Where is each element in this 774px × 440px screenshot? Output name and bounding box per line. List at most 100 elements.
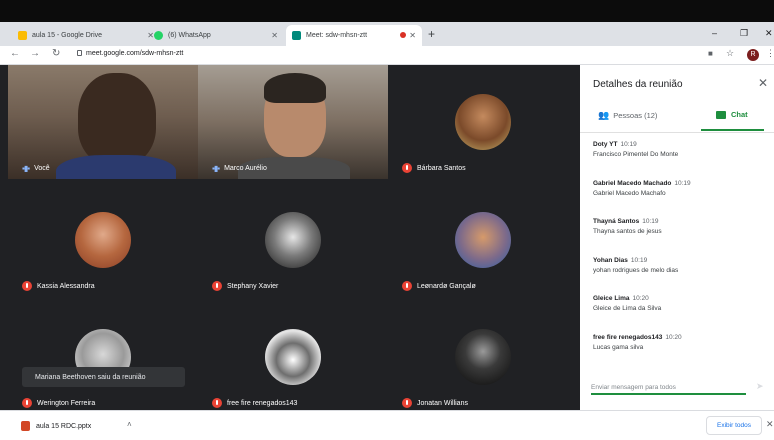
tab-label: aula 15 - Google Drive [32, 32, 103, 39]
speaking-indicator-icon: ▪▮▪ [212, 164, 220, 173]
meeting-details-panel: Detalhes da reunião ✕ 👥 Pessoas (12) Cha… [580, 65, 774, 410]
participant-tile[interactable]: Werington Ferreira [8, 300, 198, 414]
message-sender: Gleice Lima [593, 295, 630, 302]
download-filename: aula 15 RDC.pptx [36, 422, 92, 430]
message-text: Gabriel Macedo Machafo [593, 189, 666, 197]
close-tab-icon[interactable]: ✕ [271, 31, 278, 40]
chat-message: free fire renegados143 10:20 Lucas gama s… [593, 334, 768, 373]
show-all-button[interactable]: Exibir todos [706, 416, 762, 435]
tab-google-drive[interactable]: aula 15 - Google Drive ✕ [12, 25, 160, 46]
participant-tile[interactable]: ▪▮▪ Marco Aurélio [198, 65, 388, 179]
chat-icon [716, 110, 726, 119]
send-icon[interactable]: ➤ [756, 381, 764, 392]
tab-whatsapp[interactable]: (6) WhatsApp ✕ [148, 25, 284, 46]
url-field[interactable]: meet.google.com/sdw-mhsn-ztt [77, 50, 183, 57]
chat-message: Doty YT 10:19 Francisco Pimentel Do Monte [593, 141, 768, 180]
maximize-button[interactable]: ❐ [740, 28, 748, 39]
address-bar: ← → ↻ meet.google.com/sdw-mhsn-ztt ■ ☆ R… [0, 46, 774, 65]
message-text: yohan rodrigues de melo dias [593, 266, 679, 274]
video-grid: ▪▮▪ Você ▪▮▪ Marco Aurélio Bárbara Santo… [0, 65, 580, 414]
mic-off-icon [212, 281, 222, 291]
google-meet-icon [292, 31, 301, 40]
mic-off-icon [22, 281, 32, 291]
mic-off-icon [22, 398, 32, 408]
chevron-up-icon[interactable]: ˄ [127, 420, 132, 429]
message-text: Thayna santos de jesus [593, 228, 662, 235]
message-text: Francisco Pimentel Do Monte [593, 151, 679, 158]
participant-tile[interactable]: Jonatan Willians [388, 300, 578, 414]
browser-tab-bar: aula 15 - Google Drive ✕ (6) WhatsApp ✕ … [0, 22, 774, 46]
download-bar: aula 15 RDC.pptx ˄ Exibir todos ✕ [0, 410, 774, 440]
participant-tile[interactable]: Leønardø Gançalø [388, 183, 578, 297]
participant-avatar [455, 94, 511, 150]
message-time: 10:20 [665, 333, 682, 341]
tab-people[interactable]: 👥 Pessoas (12) [598, 110, 657, 121]
participant-name-label: Stephany Xavier [212, 281, 278, 291]
close-panel-icon[interactable]: ✕ [758, 76, 768, 90]
forward-arrow-icon[interactable]: → [30, 48, 40, 59]
chat-message-input[interactable]: Enviar mensagem para todos [591, 381, 746, 395]
download-item[interactable]: aula 15 RDC.pptx [21, 421, 91, 431]
divider [580, 132, 774, 133]
more-menu-icon[interactable]: ⋮ [766, 48, 774, 59]
chat-message: Yohan Dias 10:19 yohan rodrigues de melo … [593, 257, 768, 296]
close-window-button[interactable]: ✕ [765, 28, 773, 39]
reload-icon[interactable]: ↻ [52, 48, 60, 59]
message-text: Gleice de Lima da Silva [593, 305, 662, 312]
participant-name-label: Leønardø Gançalø [402, 281, 476, 291]
mic-off-icon [402, 398, 412, 408]
active-tab-indicator [701, 129, 764, 131]
participant-tile[interactable]: ▪▮▪ Você [8, 65, 198, 179]
chat-message: Gleice Lima 10:20 Gleice de Lima da Silva [593, 295, 768, 334]
participant-shirt [56, 155, 176, 179]
chat-message: Thayná Santos 10:19 Thayna santos de jesu… [593, 218, 768, 257]
google-drive-icon [18, 31, 27, 40]
participant-hair [264, 73, 326, 103]
close-tab-icon[interactable]: ✕ [409, 31, 416, 40]
message-sender: free fire renegados143 [593, 333, 663, 341]
recording-indicator-icon [400, 32, 406, 38]
participant-avatar [455, 212, 511, 268]
notification-toast: Mariana Beethoven saiu da reunião [22, 367, 185, 387]
participant-name-label: ▪▮▪ Marco Aurélio [212, 164, 267, 173]
tab-label: (6) WhatsApp [168, 32, 211, 39]
tab-chat[interactable]: Chat [716, 110, 748, 119]
chat-message: Gabriel Macedo Machado 10:19 Gabriel Mace… [593, 180, 768, 219]
message-sender: Yohan Dias [593, 256, 628, 264]
message-sender: Doty YT [593, 141, 618, 148]
message-time: 10:19 [674, 179, 691, 187]
profile-avatar[interactable]: R [747, 49, 759, 61]
people-icon: 👥 [598, 110, 610, 120]
powerpoint-file-icon [21, 421, 30, 431]
tab-meet[interactable]: Meet: sdw-mhsn-ztt ✕ [286, 25, 422, 46]
participant-name-label: ▪▮▪ Você [22, 164, 50, 173]
participant-avatar [265, 212, 321, 268]
camera-icon[interactable]: ■ [708, 49, 713, 58]
participant-tile[interactable]: Kassia Alessandra [8, 183, 198, 297]
participant-tile[interactable]: Stephany Xavier [198, 183, 388, 297]
chat-messages: Doty YT 10:19 Francisco Pimentel Do Monte… [593, 141, 768, 372]
message-sender: Thayná Santos [593, 218, 640, 225]
back-arrow-icon[interactable]: ← [10, 48, 20, 59]
new-tab-button[interactable]: + [428, 27, 435, 41]
screen-top-strip [0, 0, 774, 22]
mic-off-icon [212, 398, 222, 408]
mic-off-icon [402, 163, 412, 173]
participant-name-label: Werington Ferreira [22, 398, 95, 408]
participant-tile[interactable]: Bárbara Santos [388, 65, 578, 179]
message-text: Lucas gama silva [593, 343, 644, 351]
participant-tile[interactable]: free fire renegados143 [198, 300, 388, 414]
bookmark-star-icon[interactable]: ☆ [726, 48, 734, 59]
participant-name-label: free fire renegados143 [212, 398, 297, 408]
message-time: 10:20 [632, 295, 649, 302]
participant-video [78, 73, 156, 165]
participant-avatar [455, 329, 511, 385]
close-download-bar-icon[interactable]: ✕ [766, 419, 774, 430]
mic-off-icon [402, 281, 412, 291]
tab-label: Meet: sdw-mhsn-ztt [306, 32, 368, 39]
whatsapp-icon [154, 31, 163, 40]
message-time: 10:19 [630, 256, 648, 264]
message-time: 10:19 [642, 218, 659, 225]
panel-title: Detalhes da reunião [593, 79, 683, 90]
minimize-button[interactable]: – [712, 28, 717, 38]
